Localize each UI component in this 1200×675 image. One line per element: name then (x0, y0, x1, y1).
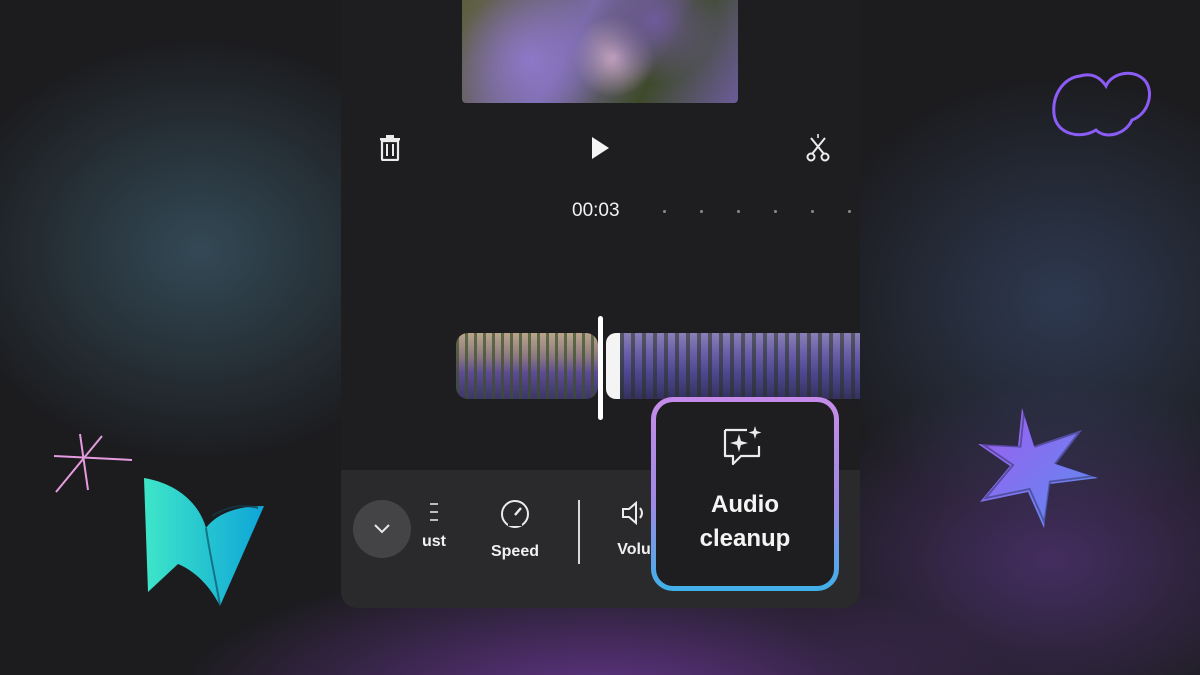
video-clip-1[interactable] (456, 333, 598, 399)
split-button[interactable] (803, 132, 833, 164)
tool-adjust[interactable]: ust (419, 500, 449, 551)
audio-cleanup-label: Audio cleanup (700, 488, 791, 556)
cloud-outline-decoration (1052, 71, 1151, 137)
scissors-icon (806, 134, 830, 162)
play-icon (592, 137, 609, 159)
tool-adjust-label: ust (422, 533, 446, 550)
audio-cleanup-label-line2: cleanup (699, 525, 791, 552)
speaker-icon (622, 500, 643, 526)
toolbar-divider (578, 500, 580, 564)
chevron-down-icon (374, 524, 390, 534)
sparkle-line-decoration (53, 433, 133, 493)
video-clip-2[interactable] (606, 333, 860, 399)
timecode: 00:03 (572, 200, 620, 221)
speedometer-icon (501, 500, 529, 528)
play-button[interactable] (585, 132, 615, 164)
audio-cleanup-card: Audio cleanup (656, 402, 834, 586)
collapse-button[interactable] (353, 500, 411, 558)
chat-sparkle-icon (723, 426, 762, 466)
tool-speed[interactable]: Speed (483, 498, 547, 561)
audio-cleanup-button[interactable]: Audio cleanup (651, 397, 839, 591)
timeline-ruler (663, 210, 851, 213)
ribbon-shape-decoration (144, 478, 264, 607)
video-preview[interactable] (462, 0, 738, 103)
adjust-icon (430, 503, 438, 521)
audio-cleanup-label-line1: Audio (711, 491, 779, 518)
playhead[interactable] (598, 316, 603, 420)
tool-speed-label: Speed (490, 543, 539, 560)
delete-button[interactable] (375, 132, 405, 164)
trim-handle[interactable] (611, 355, 613, 377)
star-burst-decoration (978, 408, 1098, 528)
trash-icon (380, 135, 400, 161)
